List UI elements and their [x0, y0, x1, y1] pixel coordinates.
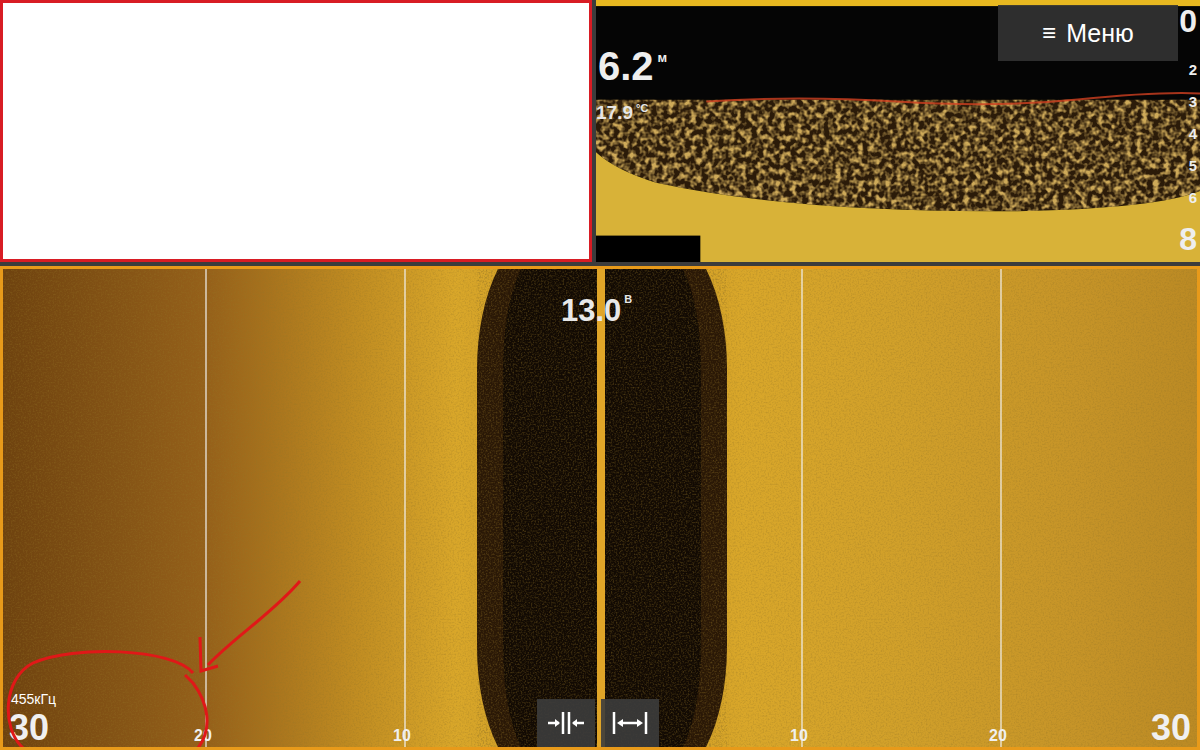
range-label: 20 — [989, 727, 1007, 745]
range-label: 20 — [194, 727, 212, 745]
menu-icon: ≡ — [1042, 19, 1056, 47]
depth-readout: 6.2м — [598, 44, 667, 89]
arrows-inward-icon — [546, 708, 586, 738]
depth-scale-label: 8 — [1179, 222, 1197, 256]
sonar-screen: 6.2м 17.9°C 0 2 3 4 5 6 8 ≡ Меню 13.0В 455кГц … — [0, 0, 1200, 750]
depth-scale-label: 0 — [1179, 4, 1197, 38]
depth-scale-label: 4 — [1189, 124, 1197, 144]
menu-button[interactable]: ≡ Меню — [998, 5, 1178, 61]
range-label: 10 — [790, 727, 808, 745]
temperature-readout: 17.9°C — [596, 102, 648, 124]
side-scan-panel[interactable]: 13.0В 455кГц 30 20 10 10 20 30 — [0, 266, 1200, 750]
depth-scale-label: 6 — [1189, 188, 1197, 208]
annotation-circle-icon — [3, 553, 323, 750]
range-label: 10 — [393, 727, 411, 745]
zoom-in-button[interactable] — [537, 699, 595, 747]
blank-panel[interactable] — [0, 0, 592, 262]
frequency-label: 455кГц — [11, 691, 56, 707]
zoom-out-button[interactable] — [601, 699, 659, 747]
depth-scale-label: 2 — [1189, 60, 1197, 80]
side-scan-image — [3, 269, 1197, 747]
range-label: 30 — [1151, 707, 1191, 749]
depth-scale-label: 5 — [1189, 156, 1197, 176]
range-label: 30 — [9, 707, 49, 749]
arrows-outward-icon — [610, 708, 650, 738]
down-scan-panel[interactable]: 6.2м 17.9°C 0 2 3 4 5 6 8 ≡ Меню — [596, 0, 1200, 262]
depth-scale-label: 3 — [1189, 92, 1197, 112]
voltage-readout: 13.0В — [561, 293, 632, 329]
range-buttons — [537, 699, 659, 747]
